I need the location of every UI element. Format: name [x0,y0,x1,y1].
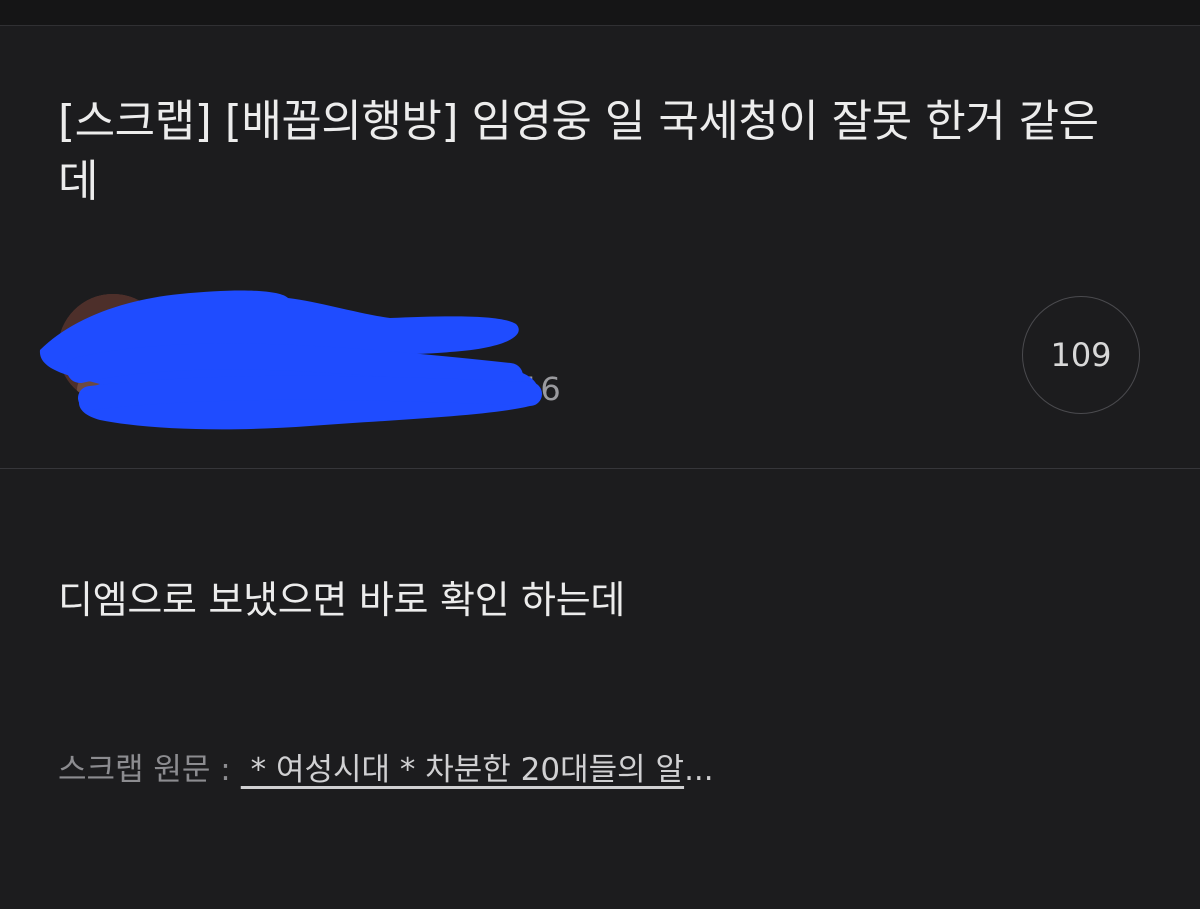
post-title: [스크랩] [배꼽의행방] 임영웅 일 국세청이 잘못 한거 같은데 [58,96,1099,207]
avatar[interactable] [58,294,168,404]
scrap-source-label: 스크랩 원문 : [58,752,231,788]
post-meta: 16 [180,370,561,408]
post-body: 디엠으로 보냈으면 바로 확인 하는데 [58,578,626,622]
scrap-source-link[interactable]: * 여성시대 * 차분한 20대들의 알 [241,752,684,788]
comment-count-button[interactable]: 109 [1022,296,1140,414]
scrap-source-ellipsis: ... [684,752,714,788]
author-row: 16 109 [0,280,1200,440]
divider [0,468,1200,469]
comment-count-value: 109 [1050,336,1112,374]
post-meta-visible: 16 [520,370,561,408]
avatar-image [58,294,168,404]
post-page: [스크랩] [배꼽의행방] 임영웅 일 국세청이 잘못 한거 같은데 16 10… [0,0,1200,909]
top-bar [0,0,1200,26]
scrap-source: 스크랩 원문 : * 여성시대 * 차분한 20대들의 알... [58,748,714,792]
